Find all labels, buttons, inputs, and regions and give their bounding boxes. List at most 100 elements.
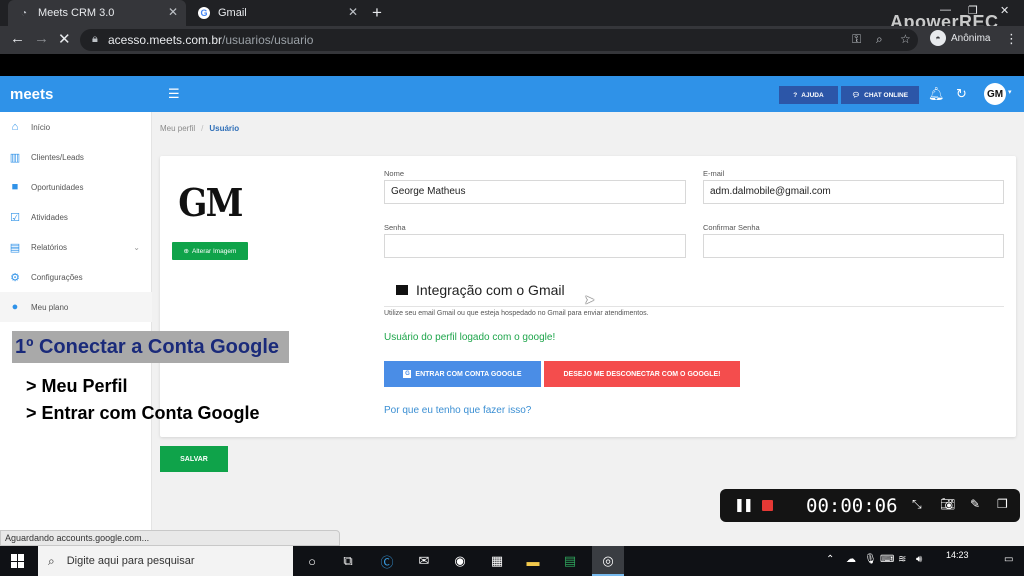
- key-icon[interactable]: ⚿: [852, 32, 861, 47]
- tray-chevron-icon[interactable]: ⌃: [826, 554, 834, 565]
- tab-title: Gmail: [218, 7, 247, 19]
- change-image-button[interactable]: ⊕ Alterar Imagem: [172, 242, 248, 260]
- minimize-widget-icon[interactable]: ❐: [997, 497, 1008, 511]
- lock-icon: 🔒︎: [92, 33, 98, 45]
- app-viewport: meets ⌂ Início ▥ Clientes/Leads ■ Oportu…: [0, 76, 1024, 546]
- sidebar-item-label: Oportunidades: [31, 182, 84, 192]
- breadcrumb-separator: /: [201, 124, 204, 133]
- chat-icon: 💬︎: [851, 92, 861, 99]
- tab-gmail[interactable]: G Gmail ✕: [188, 0, 366, 26]
- fullscreen-icon[interactable]: ⤡: [912, 497, 922, 512]
- tutorial-caption-title: 1º Conectar a Conta Google: [12, 331, 289, 363]
- help-button[interactable]: ? AJUDA: [779, 86, 838, 104]
- chrome-icon: ◎: [602, 553, 614, 568]
- envelope-icon: [396, 285, 408, 295]
- refresh-icon[interactable]: ↻: [956, 86, 967, 102]
- brand-logo[interactable]: meets: [0, 76, 152, 112]
- app-header: ☰ ? AJUDA 💬︎ CHAT ONLINE 🔔︎ ↻ GM ▾: [152, 76, 1024, 112]
- microphone-icon[interactable]: 🎙︎: [864, 554, 877, 565]
- sidebar-item-label: Início: [31, 122, 51, 132]
- cortana-icon[interactable]: ○: [302, 552, 322, 570]
- hamburger-menu-icon[interactable]: ☰: [168, 86, 180, 102]
- gmail-hint: Utilize seu email Gmail ou que esteja ho…: [384, 310, 649, 317]
- chrome-taskbar-button[interactable]: ◎: [592, 546, 624, 576]
- confirm-password-input[interactable]: [703, 234, 1004, 258]
- taskbar-clock[interactable]: 14:23: [946, 550, 969, 560]
- volume-icon[interactable]: 🔊︎: [916, 554, 922, 565]
- sidebar-item-atividades[interactable]: ☑ Atividades: [0, 202, 152, 232]
- sidebar-item-label: Relatórios: [31, 242, 68, 252]
- sidebar-item-relatorios[interactable]: ▤ Relatórios ⌄: [0, 232, 152, 262]
- email-label: E-mail: [703, 169, 725, 178]
- edge-icon[interactable]: ◉: [450, 552, 470, 570]
- taskbar-search-box[interactable]: ⌕ Digite aqui para pesquisar: [38, 546, 293, 576]
- name-input[interactable]: George Matheus: [384, 180, 686, 204]
- notifications-icon[interactable]: ▭: [1004, 554, 1013, 565]
- sidebar-item-configuracoes[interactable]: ⚙ Configurações: [0, 262, 152, 292]
- password-label: Senha: [384, 223, 406, 232]
- divider: [384, 306, 1004, 307]
- save-button[interactable]: SALVAR: [160, 446, 228, 472]
- sidebar: meets ⌂ Início ▥ Clientes/Leads ■ Oportu…: [0, 76, 152, 546]
- forward-icon[interactable]: →: [34, 30, 49, 47]
- stop-recording-icon[interactable]: [762, 500, 773, 511]
- close-tab-icon[interactable]: ✕: [168, 5, 178, 19]
- mail-icon[interactable]: ✉: [414, 552, 434, 570]
- close-tab-icon[interactable]: ✕: [348, 5, 358, 19]
- sidebar-item-oportunidades[interactable]: ■ Oportunidades: [0, 172, 152, 202]
- address-bar[interactable]: 🔒︎ acesso.meets.com.br/usuarios/usuario …: [80, 29, 918, 51]
- tab-meets-crm[interactable]: ◔ Meets CRM 3.0 ✕: [8, 0, 186, 26]
- stop-loading-icon[interactable]: ✕: [58, 30, 71, 48]
- pause-icon[interactable]: ❚❚: [734, 497, 754, 513]
- pen-icon[interactable]: ✎: [970, 497, 980, 511]
- chat-label: CHAT ONLINE: [864, 91, 909, 99]
- tutorial-caption-step1: > Meu Perfil: [26, 376, 128, 396]
- google-disconnect-button[interactable]: DESEJO ME DESCONECTAR COM O GOOGLE!: [544, 361, 740, 387]
- star-icon[interactable]: ☆: [900, 32, 911, 46]
- bell-icon[interactable]: 🔔︎: [928, 86, 945, 102]
- name-label: Nome: [384, 169, 405, 178]
- sidebar-item-clientes[interactable]: ▥ Clientes/Leads: [0, 142, 152, 172]
- breadcrumb-parent[interactable]: Meu perfil: [160, 124, 195, 133]
- change-image-label: Alterar Imagem: [192, 247, 237, 255]
- task-view-icon[interactable]: ⧉: [338, 552, 358, 570]
- calculator-icon[interactable]: ▦: [487, 552, 507, 570]
- chat-online-button[interactable]: 💬︎ CHAT ONLINE: [841, 86, 919, 104]
- cloud-icon[interactable]: ☁: [846, 554, 856, 565]
- avatar[interactable]: GM: [984, 83, 1006, 105]
- zoom-icon[interactable]: ⌕: [876, 32, 883, 47]
- why-link[interactable]: Por que eu tenho que fazer isso?: [384, 405, 531, 416]
- url-text: acesso.meets.com.br/usuarios/usuario: [108, 33, 314, 47]
- new-tab-button[interactable]: +: [372, 3, 382, 23]
- tutorial-caption-step2: > Entrar com Conta Google: [26, 403, 260, 423]
- sidebar-item-inicio[interactable]: ⌂ Início: [0, 112, 152, 142]
- recording-timer: 00:00:06: [806, 495, 898, 517]
- help-label: AJUDA: [801, 91, 824, 99]
- incognito-badge[interactable]: ◓ Anônima: [930, 30, 990, 46]
- google-login-button[interactable]: G ENTRAR COM CONTA GOOGLE: [384, 361, 541, 387]
- gear-icon: ⚙: [10, 271, 20, 284]
- camera-icon[interactable]: 📷︎: [940, 497, 955, 511]
- wifi-icon[interactable]: ≋: [898, 554, 906, 565]
- password-input[interactable]: [384, 234, 686, 258]
- back-icon[interactable]: ←: [10, 30, 25, 47]
- bar-chart-icon: ▤: [9, 241, 21, 254]
- close-window-icon[interactable]: ✕: [1000, 4, 1009, 17]
- spreadsheet-icon[interactable]: ▤: [560, 552, 580, 570]
- app-c-icon[interactable]: Ⓒ: [377, 552, 397, 570]
- windows-start-icon[interactable]: [11, 554, 25, 568]
- caret-down-icon[interactable]: ▾: [1008, 88, 1012, 96]
- keyboard-icon[interactable]: ⌨: [880, 554, 894, 565]
- browser-status-bar: Aguardando accounts.google.com...: [0, 530, 340, 546]
- user-icon: ●: [11, 301, 19, 313]
- sidebar-item-meu-plano[interactable]: ● Meu plano: [0, 292, 152, 322]
- folder-icon[interactable]: ▬: [523, 552, 543, 570]
- browser-menu-icon[interactable]: ⋮: [1005, 31, 1018, 47]
- sidebar-item-label: Configurações: [31, 272, 83, 282]
- question-icon: ?: [793, 91, 798, 99]
- email-input[interactable]: adm.dalmobile@gmail.com: [703, 180, 1004, 204]
- incognito-icon: ◓: [930, 30, 946, 46]
- briefcase-icon: ■: [11, 181, 19, 193]
- gmail-status: Usuário do perfil logado com o google!: [384, 332, 556, 343]
- confirm-password-label: Confirmar Senha: [703, 223, 760, 232]
